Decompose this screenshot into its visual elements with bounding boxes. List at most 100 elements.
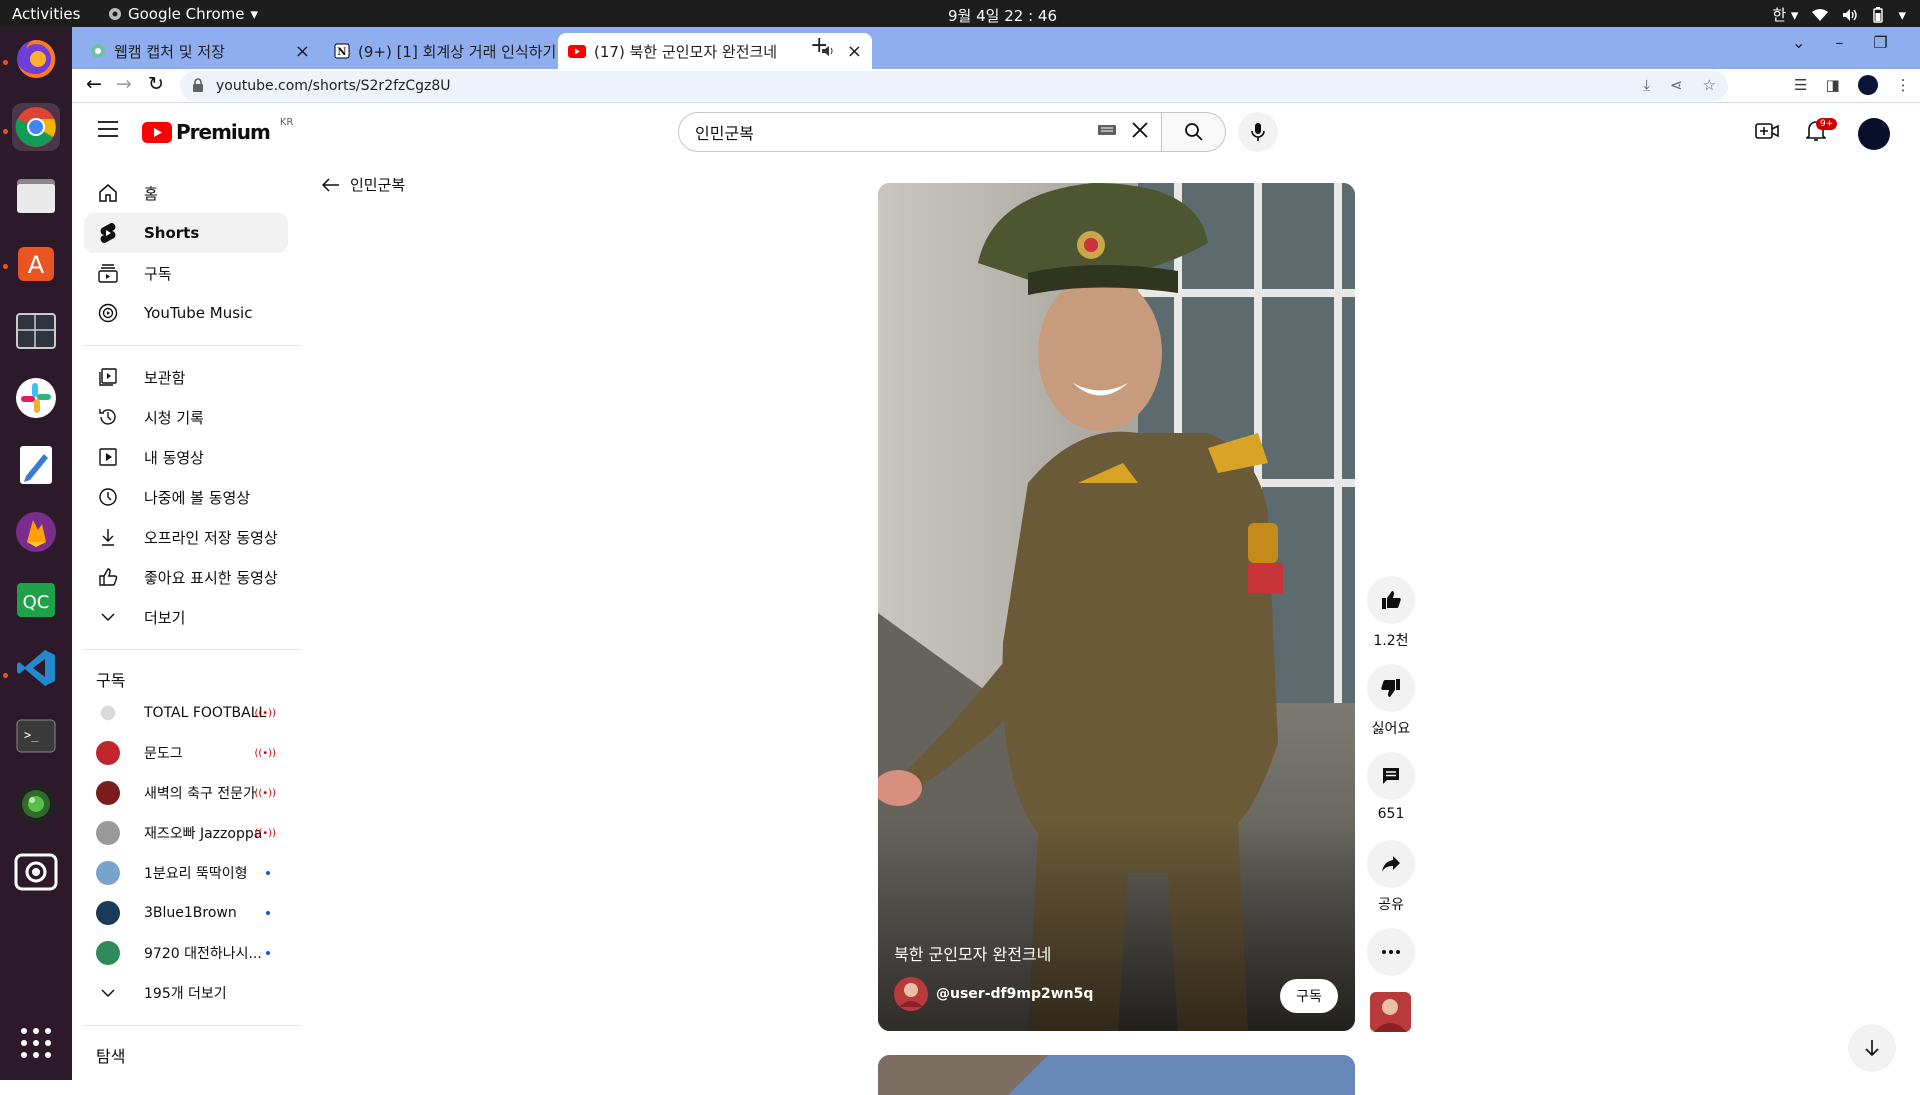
install-icon[interactable]: ⤓: [1643, 76, 1650, 94]
sub-channel-name: 1분요리 뚝딱이형: [144, 866, 248, 882]
tab-search-icon[interactable]: ⌄: [1792, 33, 1805, 52]
software-center-icon[interactable]: A: [12, 238, 60, 286]
sidebar-item-history[interactable]: 시청 기록: [84, 397, 288, 437]
show-more-subscriptions[interactable]: 195개 더보기: [84, 973, 288, 1013]
dislike-button[interactable]: [1367, 664, 1415, 712]
more-actions-button[interactable]: [1367, 928, 1415, 976]
input-method[interactable]: 한 ▾: [1772, 4, 1798, 25]
svg-text:N: N: [337, 47, 346, 58]
monitor-icon[interactable]: [12, 307, 60, 355]
bookmark-star-icon[interactable]: ☆: [1703, 76, 1716, 94]
system-tray[interactable]: 한 ▾ ▾: [1772, 4, 1906, 25]
youtube-premium-logo[interactable]: Premium KR: [142, 117, 293, 144]
app-menu[interactable]: Google Chrome ▾: [108, 5, 258, 23]
next-short-preview[interactable]: [878, 1055, 1355, 1095]
comments-button[interactable]: [1367, 752, 1415, 800]
terminal-icon[interactable]: >_: [12, 712, 60, 760]
sub-item[interactable]: 재즈오빠 Jazzoppa ((•)): [84, 813, 288, 853]
svg-text:>_: >_: [24, 728, 39, 742]
thumbs-up-icon: [1381, 590, 1401, 610]
watch-later-icon: [96, 485, 120, 509]
minimize-icon[interactable]: –: [1835, 33, 1843, 52]
new-tab-button[interactable]: +: [810, 33, 828, 58]
channel-row[interactable]: @user-df9mp2wn5q: [894, 977, 1093, 1011]
short-title[interactable]: 북한 군인모자 완전크네: [894, 941, 1051, 965]
sub-item[interactable]: 문도그 ((•)): [84, 733, 288, 773]
subscriptions-heading: 구독: [96, 671, 126, 690]
sub-item[interactable]: 새벽의 축구 전문가 ((•)): [84, 773, 288, 813]
live-icon: ((•)): [254, 707, 276, 719]
channel-handle[interactable]: @user-df9mp2wn5q: [936, 986, 1093, 1002]
sidebar-item-watch-later[interactable]: 나중에 볼 동영상: [84, 477, 288, 517]
sidebar-item-downloads[interactable]: 오프라인 저장 동영상: [84, 517, 288, 557]
sound-source-thumbnail[interactable]: [1370, 992, 1411, 1032]
logo-text: Premium: [176, 120, 271, 144]
youtube-header: Premium KR 인민군복 9+: [72, 103, 1920, 161]
firebase-icon[interactable]: [12, 508, 60, 556]
voice-search-button[interactable]: [1238, 112, 1278, 152]
back-to-search-link[interactable]: 인민군복: [322, 174, 405, 195]
firefox-icon[interactable]: [12, 35, 60, 83]
address-bar[interactable]: youtube.com/shorts/S2r2fzCgz8U ⤓ ⋖ ☆: [180, 71, 1728, 101]
camera-lens-icon[interactable]: [12, 780, 60, 828]
sidebar-item-home[interactable]: 홈: [84, 173, 288, 213]
live-icon: ((•)): [254, 827, 276, 839]
next-short-button[interactable]: [1848, 1024, 1896, 1072]
side-panel-icon[interactable]: ◨: [1825, 76, 1839, 94]
search-input[interactable]: 인민군복: [678, 112, 1162, 152]
sub-item[interactable]: 1분요리 뚝딱이형: [84, 853, 288, 893]
tab-webcam[interactable]: 웹캠 캡처 및 저장 ×: [80, 33, 320, 69]
forward-arrow-icon[interactable]: →: [116, 73, 132, 95]
reload-icon[interactable]: ↻: [148, 73, 164, 95]
files-icon[interactable]: [12, 171, 60, 219]
activities-button[interactable]: Activities: [12, 5, 80, 23]
vscode-icon[interactable]: [12, 644, 60, 692]
share-icon[interactable]: ⋖: [1670, 76, 1683, 94]
microphone-icon: [1251, 122, 1265, 142]
sub-item[interactable]: TOTAL FOOTBALL ((•)): [84, 693, 288, 733]
sidebar-item-subscriptions[interactable]: 구독: [84, 253, 288, 293]
qc-app-icon[interactable]: QC: [12, 576, 60, 624]
sidebar-item-music[interactable]: YouTube Music: [84, 293, 288, 333]
keyboard-icon[interactable]: [1097, 123, 1117, 137]
search-button[interactable]: [1162, 112, 1226, 152]
subscribe-button[interactable]: 구독: [1280, 979, 1338, 1013]
like-button[interactable]: [1367, 576, 1415, 624]
close-tab-icon[interactable]: ×: [295, 41, 310, 62]
running-indicator: [3, 264, 8, 269]
chrome-dock-icon[interactable]: [12, 103, 60, 151]
create-video-icon[interactable]: [1755, 121, 1779, 141]
channel-avatar[interactable]: [894, 977, 928, 1011]
back-arrow-icon[interactable]: ←: [86, 73, 102, 95]
webcam-icon[interactable]: [12, 847, 60, 895]
close-tab-icon[interactable]: ×: [847, 41, 862, 62]
shorts-icon: [96, 221, 120, 245]
subscriptions-icon: [96, 261, 120, 285]
sidebar-item-show-more[interactable]: 더보기: [84, 597, 288, 637]
sub-item[interactable]: 9720 대전하나시...: [84, 933, 288, 973]
sidebar-item-library[interactable]: 보관함: [84, 357, 288, 397]
chrome-menu-icon[interactable]: ⋮: [1896, 76, 1911, 94]
text-editor-icon[interactable]: [12, 441, 60, 489]
share-label: 공유: [1378, 897, 1404, 913]
reading-list-icon[interactable]: ☰: [1794, 76, 1807, 94]
slack-icon[interactable]: [12, 374, 60, 422]
app-grid-icon[interactable]: [12, 1019, 60, 1067]
hamburger-menu-icon[interactable]: [98, 121, 118, 137]
clear-search-icon[interactable]: [1131, 121, 1149, 139]
sub-item[interactable]: 3Blue1Brown: [84, 893, 288, 933]
sidebar-item-liked[interactable]: 좋아요 표시한 동영상: [84, 557, 288, 597]
account-avatar[interactable]: [1858, 118, 1890, 150]
tab-title: 웹캠 캡처 및 저장: [114, 42, 225, 61]
profile-avatar[interactable]: [1857, 75, 1878, 95]
sidebar-item-label: 내 동영상: [144, 448, 204, 467]
explore-heading: 탐색: [96, 1047, 126, 1066]
live-icon: ((•)): [254, 747, 276, 759]
clock[interactable]: 9월 4일 22 : 46: [948, 5, 1057, 26]
sidebar-item-my-videos[interactable]: 내 동영상: [84, 437, 288, 477]
shorts-video-player[interactable]: 북한 군인모자 완전크네 @user-df9mp2wn5q 구독: [878, 183, 1355, 1031]
volume-icon: [1842, 8, 1858, 22]
maximize-icon[interactable]: ❐: [1873, 33, 1887, 52]
sidebar-item-shorts[interactable]: Shorts: [84, 213, 288, 253]
share-button[interactable]: [1367, 840, 1415, 888]
